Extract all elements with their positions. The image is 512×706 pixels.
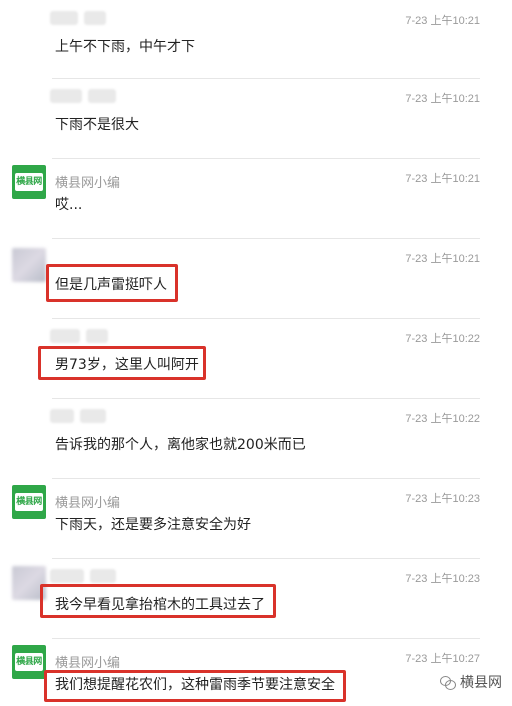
comment-item: 7-23 上午10:22 男73岁，这里人叫阿开 xyxy=(0,318,512,398)
comment-author: 横县网小编 xyxy=(55,176,121,191)
comment-author: 横县网小编 xyxy=(55,656,121,671)
comment-time: 7-23 上午10:22 xyxy=(405,333,480,345)
avatar: 横县网 xyxy=(12,485,46,519)
blurred-username xyxy=(50,328,145,344)
comment-author: 横县网小编 xyxy=(55,496,121,511)
blurred-username xyxy=(50,88,145,104)
comment-time: 7-23 上午10:27 xyxy=(405,653,480,665)
comment-text: 告诉我的那个人，离他家也就200米而已 xyxy=(55,437,306,453)
divider xyxy=(52,78,480,79)
comment-text: 我们想提醒花农们，这种雷雨季节要注意安全 xyxy=(55,677,335,693)
divider xyxy=(52,638,480,639)
watermark: 横县网 xyxy=(440,672,502,692)
comment-item: 7-23 上午10:21 上午不下雨，中午才下 xyxy=(0,0,512,80)
wechat-icon xyxy=(440,675,456,690)
blurred-username xyxy=(50,568,145,584)
blurred-username xyxy=(50,248,145,264)
logo-text: 横县网 xyxy=(15,173,43,191)
comment-time: 7-23 上午10:23 xyxy=(405,493,480,505)
divider xyxy=(52,478,480,479)
blurred-username xyxy=(50,10,145,26)
comment-text: 男73岁，这里人叫阿开 xyxy=(55,357,199,373)
avatar: 横县网 xyxy=(12,645,46,679)
divider xyxy=(52,238,480,239)
comment-text: 哎... xyxy=(55,197,83,213)
logo-text: 横县网 xyxy=(15,653,43,671)
comment-item: 7-23 上午10:21 下雨不是很大 xyxy=(0,78,512,158)
comment-item: 7-23 上午10:23 我今早看见拿抬棺木的工具过去了 xyxy=(0,558,512,638)
comment-item: 7-23 上午10:21 但是几声雷挺吓人 xyxy=(0,238,512,318)
comment-text: 我今早看见拿抬棺木的工具过去了 xyxy=(55,597,265,613)
watermark-text: 横县网 xyxy=(460,675,502,691)
divider xyxy=(52,158,480,159)
avatar xyxy=(12,248,46,282)
comment-item: 横县网 横县网小编 7-23 上午10:21 哎... xyxy=(0,158,512,238)
comment-time: 7-23 上午10:21 xyxy=(405,93,480,105)
comment-time: 7-23 上午10:21 xyxy=(405,15,480,27)
comment-text: 但是几声雷挺吓人 xyxy=(55,277,167,293)
comment-time: 7-23 上午10:22 xyxy=(405,413,480,425)
avatar: 横县网 xyxy=(12,165,46,199)
blurred-username xyxy=(50,408,145,424)
comment-time: 7-23 上午10:21 xyxy=(405,173,480,185)
comment-text: 下雨不是很大 xyxy=(55,117,139,133)
comment-time: 7-23 上午10:21 xyxy=(405,253,480,265)
divider xyxy=(52,558,480,559)
comment-item: 7-23 上午10:22 告诉我的那个人，离他家也就200米而已 xyxy=(0,398,512,478)
comment-item: 横县网 横县网小编 7-23 上午10:23 下雨天，还是要多注意安全为好 xyxy=(0,478,512,558)
comment-time: 7-23 上午10:23 xyxy=(405,573,480,585)
comment-text: 上午不下雨，中午才下 xyxy=(55,39,195,55)
comment-text: 下雨天，还是要多注意安全为好 xyxy=(55,517,251,533)
logo-text: 横县网 xyxy=(15,493,43,511)
divider xyxy=(52,318,480,319)
divider xyxy=(52,398,480,399)
comment-item: 横县网 横县网小编 7-23 上午10:27 我们想提醒花农们，这种雷雨季节要注… xyxy=(0,638,512,706)
